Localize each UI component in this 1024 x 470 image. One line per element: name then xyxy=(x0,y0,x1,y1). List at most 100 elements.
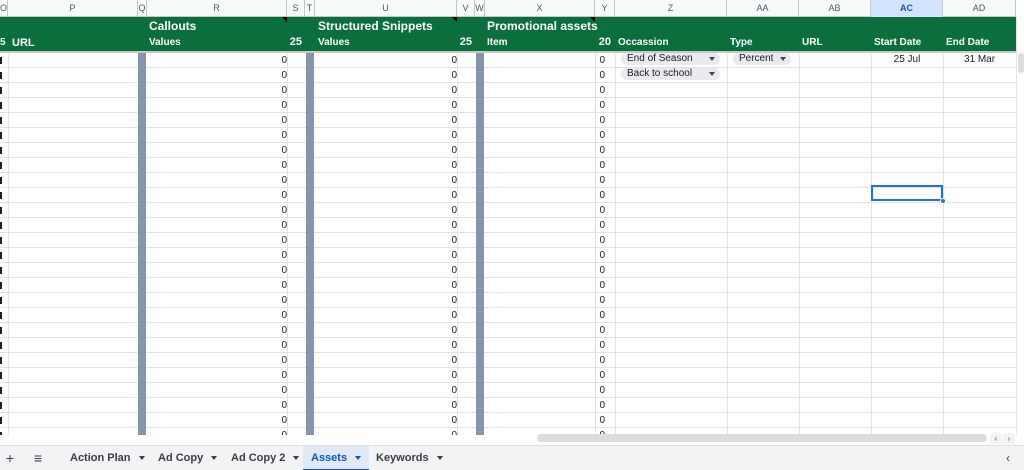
table-row[interactable] xyxy=(0,383,1016,398)
all-sheets-icon[interactable]: ≡ xyxy=(28,446,48,470)
count-cell[interactable]: 0 xyxy=(585,190,605,201)
count-cell[interactable]: 0 xyxy=(585,70,605,81)
table-row[interactable] xyxy=(0,338,1016,353)
count-cell[interactable]: 0 xyxy=(585,280,605,291)
scroll-left-button[interactable]: ‹ xyxy=(990,434,1002,444)
count-cell[interactable]: 0 xyxy=(585,175,605,186)
column-header-v[interactable]: V xyxy=(457,0,475,17)
count-cell[interactable]: 0 xyxy=(267,220,287,231)
count-cell[interactable]: 0 xyxy=(437,235,457,246)
count-cell[interactable]: 0 xyxy=(437,220,457,231)
count-cell[interactable]: 0 xyxy=(585,115,605,126)
column-header-aa[interactable]: AA xyxy=(727,0,799,17)
table-row[interactable] xyxy=(0,53,1016,68)
count-cell[interactable]: 0 xyxy=(437,145,457,156)
count-cell[interactable]: 0 xyxy=(267,130,287,141)
count-cell[interactable]: 0 xyxy=(267,55,287,66)
count-cell[interactable]: 0 xyxy=(585,325,605,336)
count-cell[interactable]: 0 xyxy=(267,280,287,291)
cell-grid[interactable]: End of Season Percent 25 Jul 31 Mar Back… xyxy=(0,53,1016,435)
vertical-scrollbar[interactable] xyxy=(1016,17,1024,435)
count-cell[interactable]: 0 xyxy=(585,205,605,216)
count-cell[interactable]: 0 xyxy=(437,130,457,141)
count-cell[interactable]: 0 xyxy=(267,295,287,306)
table-row[interactable] xyxy=(0,158,1016,173)
count-cell[interactable]: 0 xyxy=(437,250,457,261)
count-cell[interactable]: 0 xyxy=(437,55,457,66)
tab-assets[interactable]: Assets xyxy=(303,446,370,470)
count-cell[interactable]: 0 xyxy=(437,280,457,291)
count-cell[interactable]: 0 xyxy=(585,265,605,276)
count-cell[interactable]: 0 xyxy=(267,175,287,186)
table-row[interactable] xyxy=(0,218,1016,233)
table-row[interactable] xyxy=(0,248,1016,263)
count-cell[interactable]: 0 xyxy=(437,160,457,171)
count-cell[interactable]: 0 xyxy=(585,310,605,321)
count-cell[interactable]: 0 xyxy=(585,370,605,381)
count-cell[interactable]: 0 xyxy=(267,310,287,321)
count-cell[interactable]: 0 xyxy=(267,400,287,411)
count-cell[interactable]: 0 xyxy=(267,430,287,435)
count-cell[interactable]: 0 xyxy=(437,415,457,426)
count-cell[interactable]: 0 xyxy=(437,310,457,321)
vertical-scroll-thumb[interactable] xyxy=(1018,53,1024,73)
table-row[interactable] xyxy=(0,98,1016,113)
selected-cell[interactable] xyxy=(871,185,943,201)
count-cell[interactable]: 0 xyxy=(585,100,605,111)
count-cell[interactable]: 0 xyxy=(585,400,605,411)
table-row[interactable] xyxy=(0,293,1016,308)
table-row[interactable] xyxy=(0,83,1016,98)
column-header-p[interactable]: P xyxy=(8,0,138,17)
count-cell[interactable]: 0 xyxy=(437,205,457,216)
count-cell[interactable]: 0 xyxy=(437,70,457,81)
end-date-cell[interactable]: 31 Mar xyxy=(943,54,1016,65)
count-cell[interactable]: 0 xyxy=(585,85,605,96)
table-row[interactable] xyxy=(0,233,1016,248)
count-cell[interactable]: 0 xyxy=(437,355,457,366)
count-cell[interactable]: 0 xyxy=(267,325,287,336)
count-cell[interactable]: 0 xyxy=(585,340,605,351)
count-cell[interactable]: 0 xyxy=(437,85,457,96)
count-cell[interactable]: 0 xyxy=(437,190,457,201)
count-cell[interactable]: 0 xyxy=(267,85,287,96)
table-row[interactable] xyxy=(0,368,1016,383)
chevron-down-icon[interactable] xyxy=(436,456,443,461)
tab-action-plan[interactable]: Action Plan xyxy=(62,446,153,470)
table-row[interactable] xyxy=(0,413,1016,428)
table-row[interactable] xyxy=(0,173,1016,188)
tab-ad-copy[interactable]: Ad Copy xyxy=(150,446,225,470)
count-cell[interactable]: 0 xyxy=(585,55,605,66)
chevron-down-icon[interactable] xyxy=(355,456,362,461)
count-cell[interactable]: 0 xyxy=(585,415,605,426)
table-row[interactable] xyxy=(0,398,1016,413)
count-cell[interactable]: 0 xyxy=(437,400,457,411)
column-header-u[interactable]: U xyxy=(315,0,457,17)
type-dropdown[interactable]: Percent xyxy=(733,53,791,65)
count-cell[interactable]: 0 xyxy=(437,175,457,186)
count-cell[interactable]: 0 xyxy=(437,325,457,336)
count-cell[interactable]: 0 xyxy=(267,385,287,396)
column-header-ac[interactable]: AC xyxy=(871,0,943,17)
table-row[interactable] xyxy=(0,143,1016,158)
count-cell[interactable]: 0 xyxy=(437,430,457,435)
count-cell[interactable]: 0 xyxy=(585,295,605,306)
chevron-down-icon[interactable] xyxy=(138,456,145,461)
column-header-y[interactable]: Y xyxy=(595,0,615,17)
table-row[interactable] xyxy=(0,263,1016,278)
count-cell[interactable]: 0 xyxy=(267,355,287,366)
count-cell[interactable]: 0 xyxy=(267,340,287,351)
column-header-ab[interactable]: AB xyxy=(799,0,871,17)
count-cell[interactable]: 0 xyxy=(267,190,287,201)
count-cell[interactable]: 0 xyxy=(585,235,605,246)
tab-keywords[interactable]: Keywords xyxy=(368,446,451,470)
tab-ad-copy-2[interactable]: Ad Copy 2 xyxy=(223,446,307,470)
count-cell[interactable]: 0 xyxy=(267,115,287,126)
column-header-w[interactable]: W xyxy=(475,0,485,17)
count-cell[interactable]: 0 xyxy=(437,340,457,351)
table-row[interactable] xyxy=(0,308,1016,323)
count-cell[interactable]: 0 xyxy=(585,220,605,231)
count-cell[interactable]: 0 xyxy=(267,145,287,156)
horizontal-scrollbar[interactable] xyxy=(537,434,987,442)
table-row[interactable] xyxy=(0,353,1016,368)
count-cell[interactable]: 0 xyxy=(437,295,457,306)
